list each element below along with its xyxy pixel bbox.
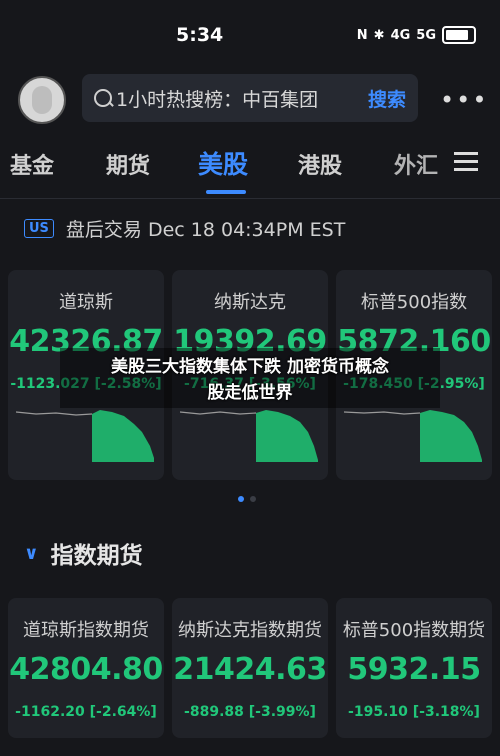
avatar[interactable]: [18, 76, 66, 124]
futures-value: 42804.80: [9, 652, 163, 687]
tab-forex[interactable]: 外汇: [394, 148, 438, 180]
bluetooth-icon: ✱: [373, 27, 385, 43]
section-title: 指数期货: [50, 543, 143, 569]
pager-dot-active: [238, 496, 244, 502]
divider: [0, 198, 500, 199]
index-name: 纳斯达克: [214, 292, 286, 313]
search-input[interactable]: 1小时热搜榜：中百集团: [116, 85, 318, 112]
chevron-down-icon: ∨: [24, 542, 39, 564]
tab-futures[interactable]: 期货: [106, 148, 150, 180]
futures-name: 道琼斯指数期货: [23, 620, 149, 641]
futures-change: -1162.20 [-2.64%]: [15, 704, 157, 720]
futures-name: 纳斯达克指数期货: [178, 620, 322, 641]
futures-section-header[interactable]: ∨ 指数期货: [24, 536, 143, 570]
status-bar: 5:34 N ✱ 4G 5G: [0, 0, 500, 72]
index-sparkline: [180, 410, 318, 462]
futures-card-nasdaq[interactable]: 纳斯达克指数期货 21424.63 -889.88 [-3.99%]: [172, 598, 328, 738]
futures-change: -889.88 [-3.99%]: [184, 704, 316, 720]
nfc-icon: N: [356, 27, 368, 43]
carousel-pager: [238, 496, 256, 502]
futures-name: 标普500指数期货: [342, 620, 486, 641]
market-status: US 盘后交易 Dec 18 04:34PM EST: [24, 215, 345, 242]
status-icons: N ✱ 4G 5G: [357, 26, 476, 44]
index-sparkline: [344, 410, 482, 462]
tab-fund[interactable]: 基金: [10, 148, 54, 180]
index-name: 标普500指数: [360, 292, 468, 313]
pager-dot: [250, 496, 256, 502]
market-session-text: 盘后交易 Dec 18 04:34PM EST: [65, 219, 346, 241]
futures-card-dow[interactable]: 道琼斯指数期货 42804.80 -1162.20 [-2.64%]: [8, 598, 164, 738]
search-button[interactable]: 搜索: [368, 85, 406, 112]
index-name: 道琼斯: [59, 292, 113, 313]
more-menu-icon[interactable]: •••: [440, 86, 488, 114]
overlay-headline-line2: 股走低世界: [207, 383, 293, 403]
us-badge: US: [24, 219, 54, 238]
tab-us-stocks[interactable]: 美股: [198, 145, 248, 181]
hamburger-menu-icon[interactable]: [454, 152, 478, 172]
tab-hk-stocks[interactable]: 港股: [298, 148, 342, 180]
overlay-headline-line1: 美股三大指数集体下跌 加密货币概念: [111, 357, 389, 377]
index-sparkline: [16, 410, 154, 462]
signal-5g-icon: 5G: [416, 27, 436, 43]
news-overlay[interactable]: 美股三大指数集体下跌 加密货币概念 股走低世界: [60, 348, 440, 408]
search-bar[interactable]: 1小时热搜榜：中百集团 搜索: [82, 74, 418, 122]
futures-value: 5932.15: [347, 652, 481, 687]
active-tab-indicator: [206, 190, 246, 194]
status-time: 5:34: [176, 24, 224, 46]
futures-card-sp500[interactable]: 标普500指数期货 5932.15 -195.10 [-3.18%]: [336, 598, 492, 738]
battery-icon: [442, 26, 476, 44]
futures-change: -195.10 [-3.18%]: [348, 704, 480, 720]
signal-4g-icon: 4G: [390, 27, 411, 43]
futures-value: 21424.63: [173, 652, 327, 687]
search-icon: [94, 89, 112, 107]
